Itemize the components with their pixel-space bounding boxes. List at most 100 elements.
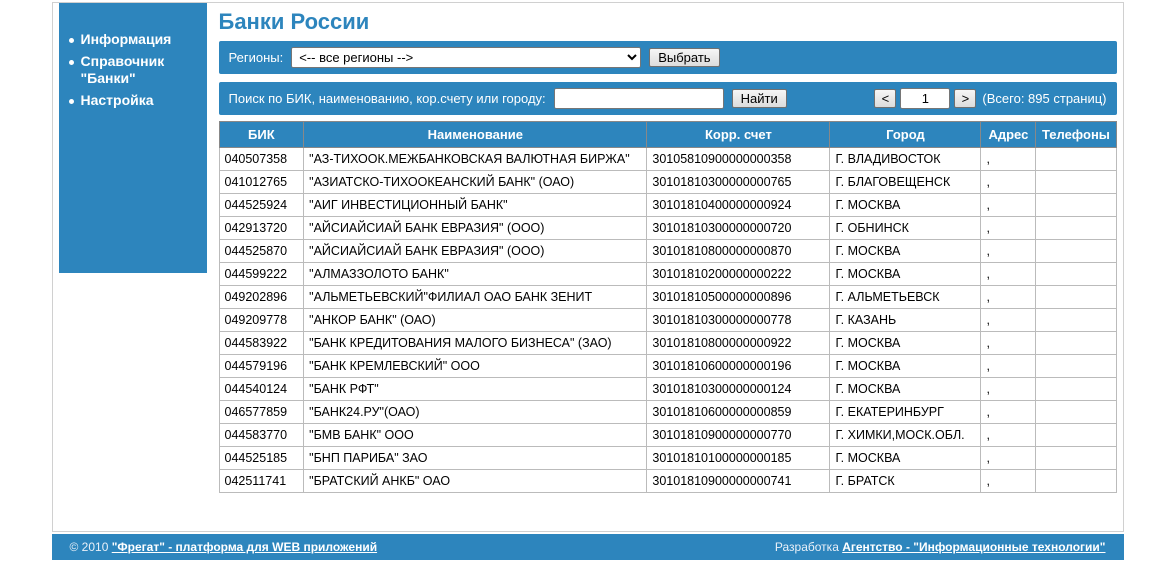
table-row[interactable]: 044579196"БАНК КРЕМЛЕВСКИЙ" ООО301018106…	[219, 355, 1116, 378]
table-row[interactable]: 044540124"БАНК РФТ"30101810300000000124Г…	[219, 378, 1116, 401]
search-label: Поиск по БИК, наименованию, кор.счету ил…	[229, 91, 546, 106]
col-addr[interactable]: Адрес	[981, 122, 1036, 148]
cell-corr: 30101810400000000924	[647, 194, 830, 217]
col-tel[interactable]: Телефоны	[1036, 122, 1116, 148]
cell-city: Г. МОСКВА	[830, 332, 981, 355]
table-row[interactable]: 042511741"БРАТСКИЙ АНКБ" ОАО301018109000…	[219, 470, 1116, 493]
table-row[interactable]: 041012765"АЗИАТСКО-ТИХООКЕАНСКИЙ БАНК" (…	[219, 171, 1116, 194]
cell-name: "БНП ПАРИБА" ЗАО	[304, 447, 647, 470]
cell-city: Г. МОСКВА	[830, 263, 981, 286]
cell-addr: ,	[981, 240, 1036, 263]
table-row[interactable]: 046577859"БАНК24.РУ"(ОАО)301018106000000…	[219, 401, 1116, 424]
cell-bik: 042913720	[219, 217, 304, 240]
sidebar-item-info[interactable]: Информация	[67, 31, 199, 49]
cell-name: "АЙСИАЙСИАЙ БАНК ЕВРАЗИЯ" (ООО)	[304, 217, 647, 240]
sidebar-list: Информация Справочник "Банки" Настройка	[67, 31, 199, 109]
cell-name: "АЛМАЗЗОЛОТО БАНК"	[304, 263, 647, 286]
table-row[interactable]: 044525870"АЙСИАЙСИАЙ БАНК ЕВРАЗИЯ" (ООО)…	[219, 240, 1116, 263]
cell-name: "БМВ БАНК" ООО	[304, 424, 647, 447]
cell-corr: 30101810300000000124	[647, 378, 830, 401]
cell-city: Г. БРАТСК	[830, 470, 981, 493]
cell-name: "БРАТСКИЙ АНКБ" ОАО	[304, 470, 647, 493]
search-input[interactable]	[554, 88, 724, 109]
cell-bik: 046577859	[219, 401, 304, 424]
cell-city: Г. ОБНИНСК	[830, 217, 981, 240]
cell-tel	[1036, 148, 1116, 171]
regions-label: Регионы:	[229, 50, 284, 65]
cell-city: Г. МОСКВА	[830, 378, 981, 401]
cell-tel	[1036, 171, 1116, 194]
search-button[interactable]: Найти	[732, 89, 787, 108]
sidebar-item-banks[interactable]: Справочник "Банки"	[67, 53, 199, 88]
search-bar: Поиск по БИК, наименованию, кор.счету ил…	[219, 82, 1117, 115]
cell-name: "БАНК24.РУ"(ОАО)	[304, 401, 647, 424]
cell-addr: ,	[981, 263, 1036, 286]
cell-addr: ,	[981, 332, 1036, 355]
main-content: Банки России Регионы: <-- все регионы --…	[213, 3, 1123, 531]
col-corr[interactable]: Корр. счет	[647, 122, 830, 148]
page-title: Банки России	[219, 9, 1117, 35]
cell-addr: ,	[981, 447, 1036, 470]
cell-bik: 044583770	[219, 424, 304, 447]
cell-addr: ,	[981, 309, 1036, 332]
cell-city: Г. АЛЬМЕТЬЕВСК	[830, 286, 981, 309]
table-row[interactable]: 044599222"АЛМАЗЗОЛОТО БАНК"3010181020000…	[219, 263, 1116, 286]
cell-bik: 041012765	[219, 171, 304, 194]
cell-corr: 30101810300000000778	[647, 309, 830, 332]
table-row[interactable]: 042913720"АЙСИАЙСИАЙ БАНК ЕВРАЗИЯ" (ООО)…	[219, 217, 1116, 240]
table-row[interactable]: 049209778"АНКОР БАНК" (ОАО)3010181030000…	[219, 309, 1116, 332]
cell-addr: ,	[981, 217, 1036, 240]
footer-right-link[interactable]: Агентство - "Информационные технологии"	[842, 540, 1105, 554]
cell-addr: ,	[981, 286, 1036, 309]
cell-city: Г. КАЗАНЬ	[830, 309, 981, 332]
cell-city: Г. ВЛАДИВОСТОК	[830, 148, 981, 171]
cell-corr: 30101810100000000185	[647, 447, 830, 470]
cell-addr: ,	[981, 171, 1036, 194]
cell-corr: 30101810800000000870	[647, 240, 830, 263]
pager-next-button[interactable]: >	[954, 89, 976, 108]
cell-tel	[1036, 309, 1116, 332]
table-scroll-area[interactable]: БИК Наименование Корр. счет Город Адрес …	[219, 121, 1117, 531]
regions-select-button[interactable]: Выбрать	[649, 48, 719, 67]
cell-city: Г. ЕКАТЕРИНБУРГ	[830, 401, 981, 424]
pager-page-input[interactable]	[900, 88, 950, 109]
cell-addr: ,	[981, 355, 1036, 378]
pager-prev-button[interactable]: <	[874, 89, 896, 108]
table-row[interactable]: 040507358"АЗ-ТИХООК.МЕЖБАНКОВСКАЯ ВАЛЮТН…	[219, 148, 1116, 171]
banks-table: БИК Наименование Корр. счет Город Адрес …	[219, 121, 1117, 493]
cell-city: Г. БЛАГОВЕЩЕНСК	[830, 171, 981, 194]
cell-tel	[1036, 332, 1116, 355]
col-city[interactable]: Город	[830, 122, 981, 148]
cell-corr: 30101810300000000720	[647, 217, 830, 240]
cell-corr: 30101810600000000859	[647, 401, 830, 424]
cell-corr: 30101810800000000922	[647, 332, 830, 355]
sidebar: Информация Справочник "Банки" Настройка	[53, 3, 213, 531]
table-row[interactable]: 044525924"АИГ ИНВЕСТИЦИОННЫЙ БАНК"301018…	[219, 194, 1116, 217]
cell-tel	[1036, 447, 1116, 470]
cell-name: "БАНК КРЕМЛЕВСКИЙ" ООО	[304, 355, 647, 378]
sidebar-item-settings[interactable]: Настройка	[67, 92, 199, 110]
table-row[interactable]: 049202896"АЛЬМЕТЬЕВСКИЙ"ФИЛИАЛ ОАО БАНК …	[219, 286, 1116, 309]
regions-select[interactable]: <-- все регионы -->	[291, 47, 641, 68]
cell-city: Г. МОСКВА	[830, 194, 981, 217]
table-row[interactable]: 044583770"БМВ БАНК" ООО30101810900000000…	[219, 424, 1116, 447]
cell-bik: 044525924	[219, 194, 304, 217]
regions-bar: Регионы: <-- все регионы --> Выбрать	[219, 41, 1117, 74]
cell-tel	[1036, 263, 1116, 286]
cell-tel	[1036, 217, 1116, 240]
col-name[interactable]: Наименование	[304, 122, 647, 148]
cell-tel	[1036, 286, 1116, 309]
cell-bik: 049202896	[219, 286, 304, 309]
col-bik[interactable]: БИК	[219, 122, 304, 148]
footer-left-link[interactable]: "Фрегат" - платформа для WEB приложений	[112, 540, 377, 554]
cell-city: Г. МОСКВА	[830, 240, 981, 263]
cell-bik: 042511741	[219, 470, 304, 493]
cell-tel	[1036, 378, 1116, 401]
cell-corr: 30101810500000000896	[647, 286, 830, 309]
table-row[interactable]: 044525185"БНП ПАРИБА" ЗАО301018101000000…	[219, 447, 1116, 470]
table-row[interactable]: 044583922"БАНК КРЕДИТОВАНИЯ МАЛОГО БИЗНЕ…	[219, 332, 1116, 355]
pager-total-label: (Всего: 895 страниц)	[982, 91, 1106, 106]
pager: < > (Всего: 895 страниц)	[874, 88, 1106, 109]
cell-addr: ,	[981, 194, 1036, 217]
cell-corr: 30101810900000000741	[647, 470, 830, 493]
